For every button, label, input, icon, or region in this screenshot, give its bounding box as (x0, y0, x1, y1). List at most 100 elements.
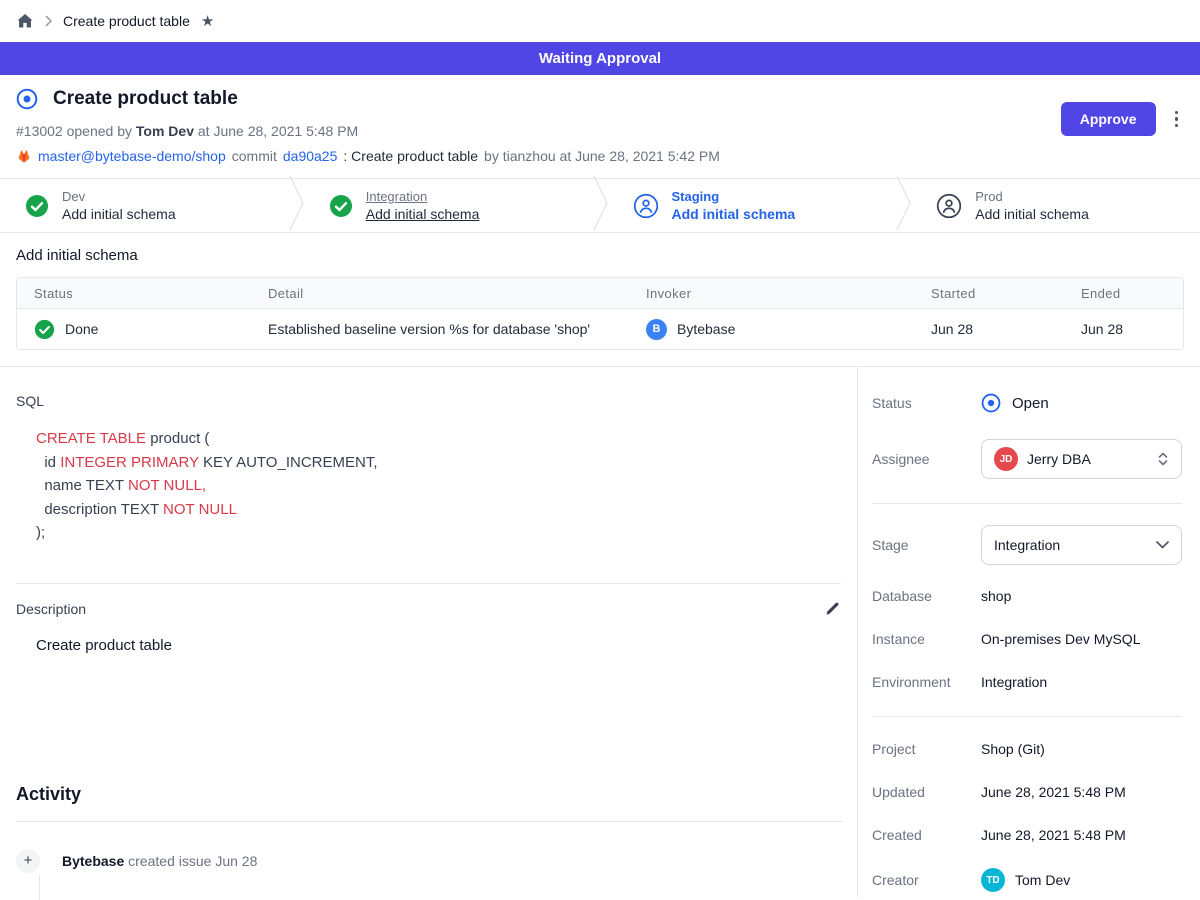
sql-token: id (36, 454, 60, 471)
assignee-avatar: JD (994, 447, 1018, 471)
stage-env-label[interactable]: Integration (366, 189, 480, 204)
creator-avatar: TD (981, 868, 1005, 892)
sql-token: CREATE TABLE (36, 430, 146, 447)
issue-author: Tom Dev (136, 123, 194, 139)
sql-token: INTEGER PRIMARY (60, 454, 199, 471)
creator-label: Creator (872, 872, 981, 888)
task-ended: Jun 28 (1064, 321, 1183, 337)
environment-label: Environment (872, 674, 981, 690)
page-title: Create product table (53, 88, 238, 110)
divider (872, 716, 1182, 717)
commit-hash-link[interactable]: da90a25 (283, 148, 338, 164)
commit-message: : Create product table (343, 148, 478, 164)
chevron-right-icon (45, 15, 52, 27)
sql-token: NOT NULL, (128, 477, 206, 494)
instance-label: Instance (872, 631, 981, 647)
instance-value: On-premises Dev MySQL (981, 631, 1140, 647)
more-actions-icon[interactable] (1169, 107, 1185, 132)
stage-task-label: Add initial schema (672, 206, 796, 222)
sql-code-block: CREATE TABLE product ( id INTEGER PRIMAR… (36, 427, 841, 545)
home-icon[interactable] (16, 12, 34, 30)
issue-open-icon (16, 88, 38, 110)
database-label: Database (872, 588, 981, 604)
divider (872, 503, 1182, 504)
description-text: Create product table (36, 637, 841, 654)
stage-separator-icon (896, 176, 911, 235)
updated-value: June 28, 2021 5:48 PM (981, 784, 1126, 800)
created-value: June 28, 2021 5:48 PM (981, 827, 1126, 843)
environment-value: Integration (981, 674, 1047, 690)
check-circle-icon (25, 194, 49, 218)
assignee-select[interactable]: JD Jerry DBA (981, 439, 1182, 479)
pipeline-stage-bar: Dev Add initial schema Integration Add i… (0, 178, 1200, 233)
edit-description-icon[interactable] (824, 600, 841, 617)
issue-page: Create product table ★ Waiting Approval … (0, 0, 1200, 900)
sql-token: description TEXT (36, 501, 163, 518)
task-table-header: Status Detail Invoker Started Ended (17, 278, 1183, 308)
stage-task-label[interactable]: Add initial schema (366, 206, 480, 222)
activity-item: + Bytebase created issue Jun 28 (16, 849, 841, 873)
person-circle-icon (936, 193, 962, 219)
stage-label: Stage (872, 537, 981, 553)
stage-env-label: Staging (672, 189, 796, 204)
task-invoker: Bytebase (677, 321, 735, 337)
stage-staging[interactable]: Staging Add initial schema (608, 179, 897, 232)
invoker-avatar: B (646, 319, 667, 340)
issue-meta: #13002 opened by Tom Dev at June 28, 202… (16, 123, 1184, 139)
task-detail: Established baseline version %s for data… (251, 321, 629, 337)
stage-separator-icon (593, 176, 608, 235)
assignee-value: Jerry DBA (1027, 451, 1148, 467)
sql-token: NOT NULL (163, 501, 237, 518)
gitlab-icon (16, 148, 32, 164)
col-detail: Detail (251, 286, 629, 301)
project-label: Project (872, 741, 981, 757)
status-value: Open (1012, 395, 1049, 412)
stage-task-label: Add initial schema (62, 206, 176, 222)
stage-separator-icon (289, 176, 304, 235)
col-started: Started (914, 286, 1064, 301)
chevron-down-icon (1156, 541, 1169, 549)
sql-label: SQL (16, 393, 841, 409)
task-table: Status Detail Invoker Started Ended Done… (16, 277, 1184, 350)
task-section-heading: Add initial schema (16, 247, 1184, 264)
activity-section: Activity + Bytebase created issue Jun 28 (16, 784, 841, 900)
col-invoker: Invoker (629, 286, 914, 301)
updown-chevron-icon (1157, 452, 1169, 466)
person-circle-icon (633, 193, 659, 219)
task-status: Done (65, 321, 98, 337)
col-status: Status (17, 286, 251, 301)
activity-timeline-line (39, 875, 40, 900)
stage-select[interactable]: Integration (981, 525, 1182, 565)
stage-env-label: Prod (975, 189, 1089, 204)
commit-line: master@bytebase-demo/shop commit da90a25… (16, 148, 1184, 164)
stage-env-label: Dev (62, 189, 176, 204)
plus-icon: + (16, 849, 40, 873)
commit-branch-link[interactable]: master@bytebase-demo/shop (38, 148, 226, 164)
project-value[interactable]: Shop (Git) (981, 741, 1045, 757)
approve-button[interactable]: Approve (1061, 102, 1156, 136)
task-started: Jun 28 (914, 321, 1064, 337)
status-label: Status (872, 395, 981, 411)
sql-token: ); (36, 524, 45, 541)
issue-sidebar: Status Open Assignee JD Jerry DBA (858, 367, 1200, 897)
task-section: Add initial schema Status Detail Invoker… (0, 233, 1200, 366)
issue-header: Create product table #13002 opened by To… (0, 75, 1200, 178)
approval-banner: Waiting Approval (0, 42, 1200, 75)
stage-value: Integration (994, 537, 1147, 553)
star-icon[interactable]: ★ (201, 14, 214, 29)
approval-banner-text: Waiting Approval (539, 50, 661, 67)
stage-integration[interactable]: Integration Add initial schema (304, 179, 593, 232)
open-status-icon (981, 393, 1001, 413)
stage-dev[interactable]: Dev Add initial schema (0, 179, 289, 232)
divider (16, 821, 843, 822)
breadcrumb-title[interactable]: Create product table (63, 13, 190, 29)
check-circle-icon (34, 319, 55, 340)
database-value: shop (981, 588, 1011, 604)
stage-prod[interactable]: Prod Add initial schema (911, 179, 1200, 232)
description-label: Description (16, 601, 86, 617)
sql-token: name TEXT (36, 477, 128, 494)
stage-task-label: Add initial schema (975, 206, 1089, 222)
table-row[interactable]: Done Established baseline version %s for… (17, 308, 1183, 349)
creator-value: Tom Dev (1015, 872, 1070, 888)
commit-byline: by tianzhou at June 28, 2021 5:42 PM (484, 148, 720, 164)
